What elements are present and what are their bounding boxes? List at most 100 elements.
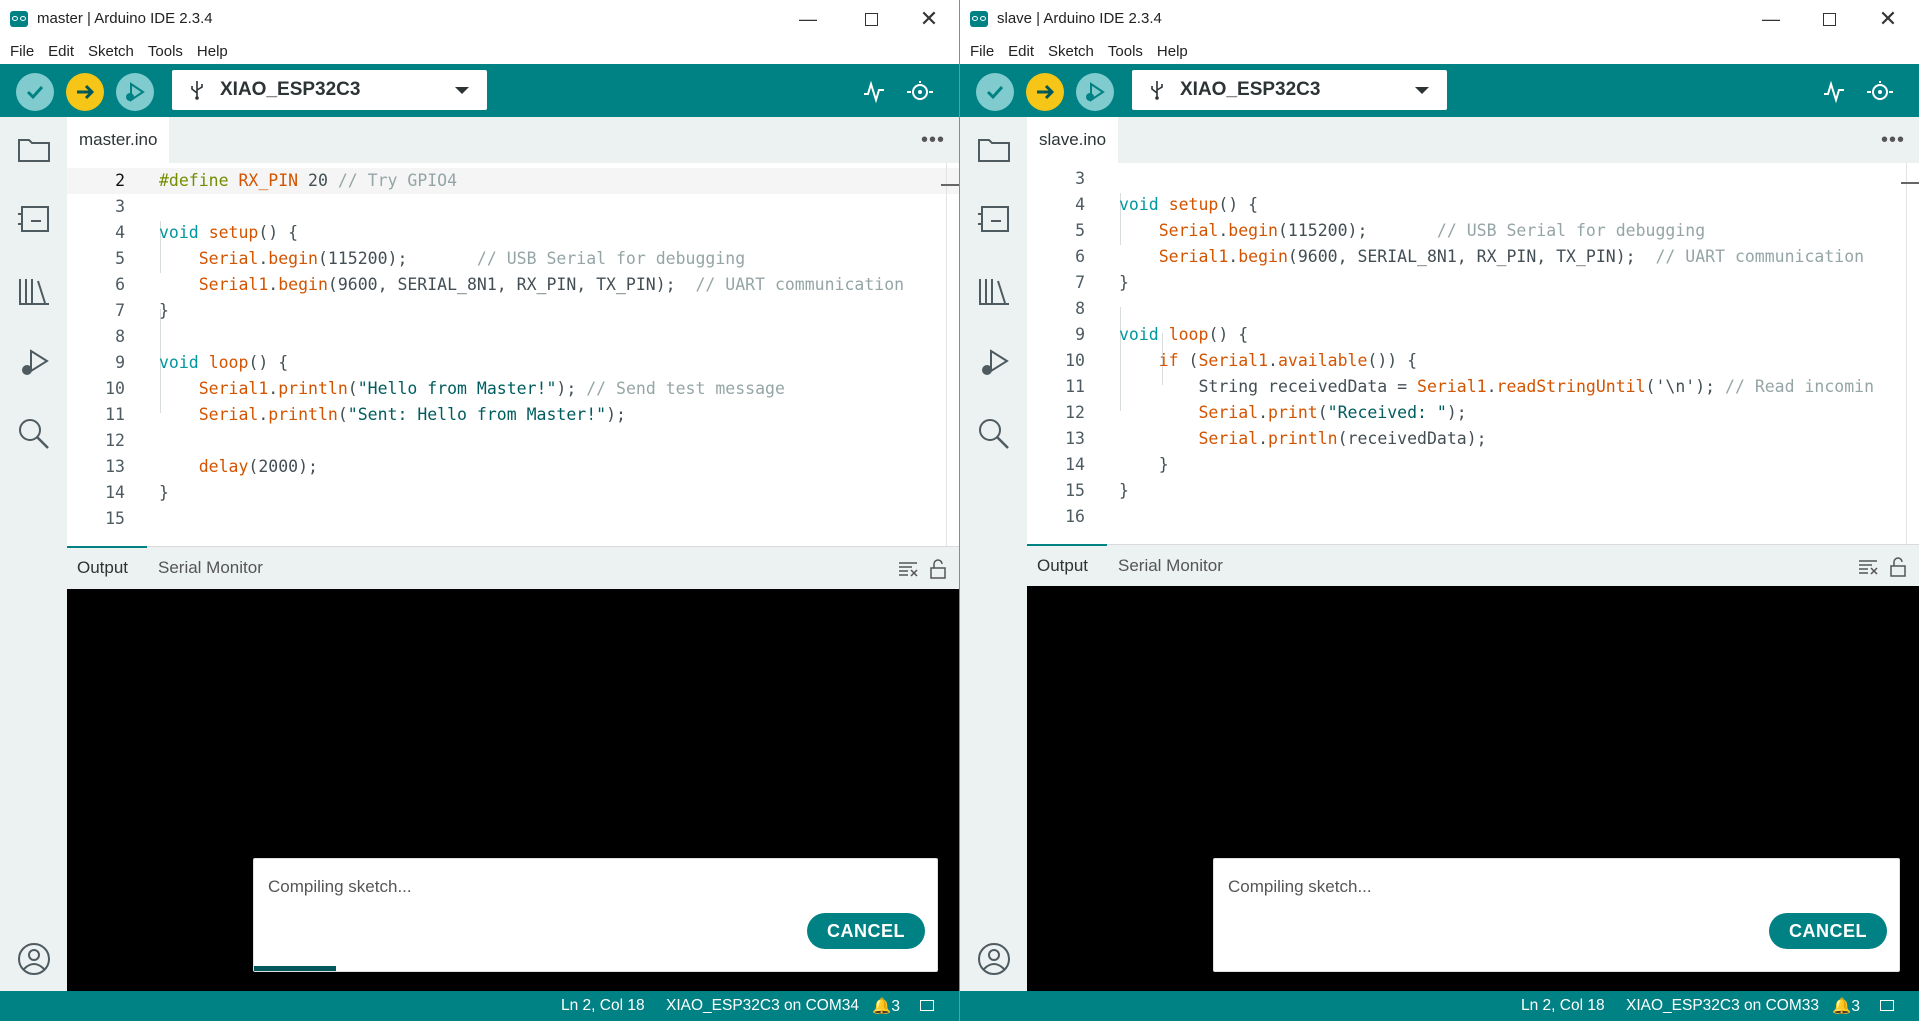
- code-text: Serial.begin(115200); // USB Serial for …: [1158, 221, 1706, 240]
- clear-output-button[interactable]: [897, 558, 919, 580]
- code-line: 3: [67, 194, 959, 220]
- toggle-panel-icon[interactable]: [1880, 1000, 1894, 1011]
- search-button[interactable]: [16, 415, 52, 451]
- menu-edit[interactable]: Edit: [41, 43, 81, 60]
- ide-window-master: master | Arduino IDE 2.3.4 — ✕ File Edit…: [0, 0, 960, 1021]
- menu-tools[interactable]: Tools: [1101, 43, 1150, 60]
- notifications-indicator[interactable]: 🔔3: [872, 997, 900, 1016]
- line-number: 2: [115, 171, 125, 190]
- boards-manager-button[interactable]: [16, 201, 52, 237]
- menu-sketch[interactable]: Sketch: [1041, 43, 1101, 60]
- code-editor[interactable]: 2 #define RX_PIN 20 // Try GPIO4 3 4 voi…: [67, 163, 959, 546]
- line-number: 11: [1065, 377, 1085, 396]
- code-line: 14 }: [67, 480, 959, 506]
- debug-button[interactable]: [116, 73, 154, 111]
- more-options-icon[interactable]: •••: [921, 129, 945, 152]
- minimize-button[interactable]: —: [779, 0, 837, 38]
- serial-monitor-button[interactable]: [1866, 78, 1894, 106]
- code-text: String receivedData = Serial1.readString…: [1198, 377, 1875, 396]
- debug-icon: [1086, 82, 1105, 102]
- minimize-button[interactable]: —: [1742, 0, 1800, 38]
- bell-icon: 🔔: [872, 998, 892, 1015]
- board-port[interactable]: XIAO_ESP32C3 on COM33: [1626, 997, 1819, 1015]
- board-selector[interactable]: XIAO_ESP32C3: [172, 70, 487, 110]
- editor-scrollbar[interactable]: [1906, 163, 1919, 544]
- usb-icon: [1146, 80, 1168, 100]
- tab-serial-monitor[interactable]: Serial Monitor: [1118, 545, 1223, 587]
- maximize-button[interactable]: [842, 0, 900, 38]
- cancel-button[interactable]: CANCEL: [1769, 913, 1887, 949]
- search-icon: [979, 419, 1009, 449]
- code-text: void setup() {: [159, 223, 299, 242]
- serial-plotter-button[interactable]: [1820, 78, 1848, 106]
- verify-button[interactable]: [16, 73, 54, 111]
- code-text: void loop() {: [1119, 325, 1249, 344]
- line-number: 3: [115, 197, 125, 216]
- cancel-button[interactable]: CANCEL: [807, 913, 925, 949]
- line-number: 8: [115, 327, 125, 346]
- menu-help[interactable]: Help: [190, 43, 235, 60]
- code-line: 15: [67, 506, 959, 532]
- line-number: 4: [1075, 195, 1085, 214]
- code-line: 6 Serial1.begin(9600, SERIAL_8N1, RX_PIN…: [67, 272, 959, 298]
- tab-slave-ino[interactable]: slave.ino: [1027, 117, 1119, 163]
- verify-button[interactable]: [976, 73, 1014, 111]
- menu-file[interactable]: File: [963, 43, 1001, 60]
- code-text: }: [1119, 273, 1129, 292]
- library-manager-button[interactable]: [16, 273, 52, 309]
- menu-edit[interactable]: Edit: [1001, 43, 1041, 60]
- more-options-icon[interactable]: •••: [1881, 129, 1905, 152]
- cursor-position[interactable]: Ln 2, Col 18: [1521, 997, 1605, 1015]
- code-text: Serial.begin(115200); // USB Serial for …: [198, 249, 746, 268]
- library-manager-button[interactable]: [976, 273, 1012, 309]
- editor-scrollbar[interactable]: [946, 163, 959, 546]
- serial-monitor-icon: [1867, 81, 1893, 100]
- upload-button[interactable]: [66, 73, 104, 111]
- menu-help[interactable]: Help: [1150, 43, 1195, 60]
- menu-bar: File Edit Sketch Tools Help: [0, 38, 959, 64]
- cursor-position[interactable]: Ln 2, Col 18: [561, 997, 645, 1015]
- close-button[interactable]: ✕: [1859, 0, 1917, 38]
- boards-manager-button[interactable]: [976, 201, 1012, 237]
- tab-output[interactable]: Output: [67, 546, 147, 588]
- clear-output-button[interactable]: [1857, 556, 1879, 578]
- tab-serial-monitor[interactable]: Serial Monitor: [158, 547, 263, 589]
- notifications-indicator[interactable]: 🔔3: [1832, 997, 1860, 1016]
- board-port[interactable]: XIAO_ESP32C3 on COM34: [666, 997, 859, 1015]
- search-button[interactable]: [976, 415, 1012, 451]
- debug-sidebar-button[interactable]: [16, 345, 52, 381]
- line-number: 14: [105, 483, 125, 502]
- code-text: delay(2000);: [198, 457, 318, 476]
- board-selector[interactable]: XIAO_ESP32C3: [1132, 70, 1447, 110]
- code-text: }: [1158, 455, 1169, 474]
- debug-button[interactable]: [1076, 73, 1114, 111]
- menu-tools[interactable]: Tools: [141, 43, 190, 60]
- sketchbook-button[interactable]: [16, 131, 52, 167]
- editor-tab-bar: slave.ino •••: [1027, 117, 1919, 163]
- tab-output[interactable]: Output: [1027, 544, 1107, 586]
- code-line: 16: [1027, 504, 1919, 530]
- code-line: 9 void loop() {: [67, 350, 959, 376]
- code-text: }: [159, 483, 169, 502]
- toggle-panel-icon[interactable]: [920, 1000, 934, 1011]
- serial-plotter-button[interactable]: [860, 78, 888, 106]
- close-button[interactable]: ✕: [900, 0, 958, 38]
- sketchbook-button[interactable]: [976, 131, 1012, 167]
- menu-sketch[interactable]: Sketch: [81, 43, 141, 60]
- serial-monitor-icon: [907, 81, 933, 100]
- menu-file[interactable]: File: [3, 43, 41, 60]
- serial-monitor-button[interactable]: [906, 78, 934, 106]
- tab-master-ino[interactable]: master.ino: [67, 117, 170, 163]
- board-name: XIAO_ESP32C3: [220, 79, 361, 100]
- scroll-lock-button[interactable]: [927, 558, 949, 580]
- upload-button[interactable]: [1026, 73, 1064, 111]
- account-button[interactable]: [976, 941, 1012, 977]
- scroll-lock-button[interactable]: [1887, 556, 1909, 578]
- maximize-button[interactable]: [1800, 0, 1858, 38]
- debug-sidebar-button[interactable]: [976, 345, 1012, 381]
- clear-output-icon: [899, 562, 918, 577]
- code-line: 8: [1027, 296, 1919, 322]
- line-number: 16: [1065, 507, 1085, 526]
- code-editor[interactable]: 3 4 void setup() { 5 Serial.begin(115200…: [1027, 163, 1919, 544]
- account-button[interactable]: [16, 941, 52, 977]
